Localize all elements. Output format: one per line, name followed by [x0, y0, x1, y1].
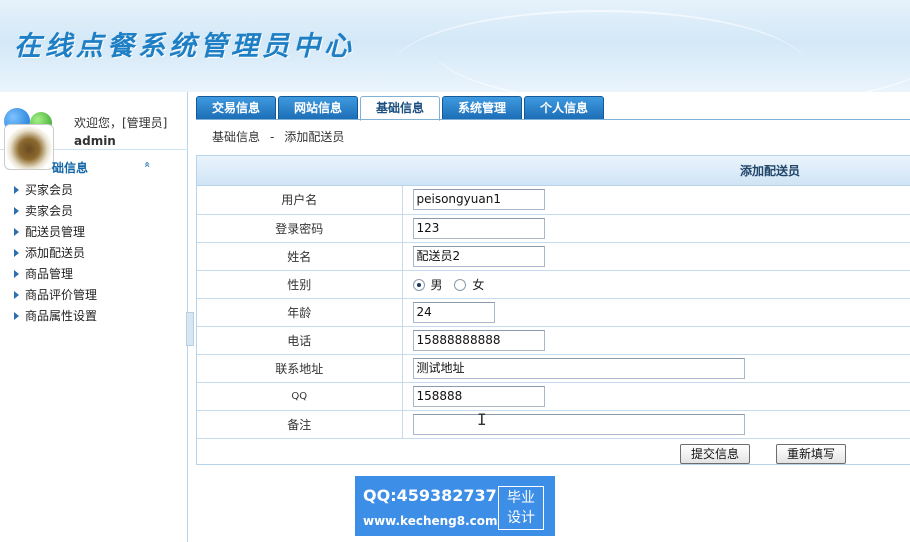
form-row-age: 年龄 24	[197, 298, 910, 327]
submit-button[interactable]: 提交信息	[679, 443, 750, 464]
breadcrumb-current: 添加配送员	[284, 130, 345, 144]
tab-divider	[196, 119, 910, 120]
sidebar-item-seller-members[interactable]: 卖家会员	[14, 201, 97, 222]
age-input[interactable]: 24	[412, 301, 495, 323]
tab-site-info[interactable]: 网站信息	[278, 96, 358, 120]
password-input[interactable]: 123	[412, 217, 545, 239]
form-row-gender: 性别 男 女	[197, 270, 910, 299]
breadcrumb: 基础信息 - 添加配送员	[212, 128, 354, 145]
tab-basic-info[interactable]: 基础信息	[360, 96, 440, 121]
sidebar-section-header[interactable]: 础信息 «	[0, 156, 180, 178]
phone-label: 电话	[197, 326, 403, 355]
bullet-arrow-icon	[14, 249, 19, 257]
breadcrumb-separator: -	[270, 130, 275, 144]
address-input[interactable]: 测试地址	[412, 357, 745, 379]
form-actions: 提交信息 重新填写	[197, 439, 910, 469]
watermark-site: www.kecheng8.com	[363, 514, 498, 528]
remark-input[interactable]	[412, 413, 745, 435]
name-label: 姓名	[197, 242, 403, 271]
sidebar-item-label: 商品属性设置	[25, 309, 98, 323]
bullet-arrow-icon	[14, 228, 19, 236]
app-header: 在线点餐系统管理员中心	[0, 0, 910, 92]
gender-female-label: 女	[472, 277, 485, 292]
form-row-remark: 备注	[197, 410, 910, 439]
password-label: 登录密码	[197, 214, 403, 243]
gender-label: 性别	[197, 270, 403, 299]
bullet-arrow-icon	[14, 207, 19, 215]
sidebar-item-label: 卖家会员	[25, 204, 74, 218]
welcome-text: 欢迎您，[管理员]	[74, 116, 168, 130]
username-text: admin	[74, 134, 116, 148]
qq-label: QQ	[197, 382, 403, 411]
sidebar-item-product-attributes[interactable]: 商品属性设置	[14, 306, 97, 327]
text-cursor-icon: I	[477, 410, 487, 429]
sidebar-item-label: 添加配送员	[25, 246, 86, 260]
watermark-badge-line1: 毕业	[507, 490, 535, 506]
form-row-phone: 电话 15888888888	[197, 326, 910, 355]
form-row-address: 联系地址 测试地址	[197, 354, 910, 383]
form-table: 用户名 peisongyuan1 登录密码 123 姓名 配送员2 性别 男 女…	[197, 186, 910, 439]
gender-female-radio[interactable]	[454, 278, 467, 291]
tab-trade-info[interactable]: 交易信息	[196, 96, 276, 120]
user-info: 欢迎您，[管理员] admin	[0, 98, 188, 170]
form-row-name: 姓名 配送员2	[197, 242, 910, 271]
form-row-password: 登录密码 123	[197, 214, 910, 243]
address-label: 联系地址	[197, 354, 403, 383]
form-title: 添加配送员	[197, 156, 910, 186]
gender-male-radio[interactable]	[412, 278, 425, 291]
watermark-badge-line2: 设计	[507, 510, 535, 526]
sidebar-item-label: 买家会员	[25, 183, 74, 197]
age-label: 年龄	[197, 298, 403, 327]
reset-button[interactable]: 重新填写	[775, 443, 846, 464]
sidebar-resize-handle[interactable]	[186, 312, 194, 346]
tab-system-management[interactable]: 系统管理	[442, 96, 522, 120]
sidebar-item-product-reviews[interactable]: 商品评价管理	[14, 285, 97, 306]
sidebar-menu: 买家会员 卖家会员 配送员管理 添加配送员 商品管理 商品评价管理 商品属性设置	[14, 180, 97, 327]
sidebar-item-courier-management[interactable]: 配送员管理	[14, 222, 97, 243]
bullet-arrow-icon	[14, 312, 19, 320]
sidebar-item-label: 商品评价管理	[25, 288, 98, 302]
sidebar-item-label: 配送员管理	[25, 225, 86, 239]
watermark-badge: 毕业 设计	[498, 486, 544, 530]
form-row-username: 用户名 peisongyuan1	[197, 186, 910, 215]
watermark-banner: QQ:459382737 www.kecheng8.com 毕业 设计	[355, 476, 555, 536]
form-row-qq: QQ 158888	[197, 382, 910, 411]
remark-label: 备注	[197, 410, 403, 439]
collapse-chevron-icon[interactable]: «	[141, 161, 154, 168]
phone-input[interactable]: 15888888888	[412, 329, 545, 351]
sidebar-item-buyer-members[interactable]: 买家会员	[14, 180, 97, 201]
bullet-arrow-icon	[14, 186, 19, 194]
tab-personal-info[interactable]: 个人信息	[524, 96, 604, 120]
sidebar-item-product-management[interactable]: 商品管理	[14, 264, 97, 285]
bullet-arrow-icon	[14, 270, 19, 278]
username-label: 用户名	[197, 186, 403, 215]
sidebar-item-label: 商品管理	[25, 267, 74, 281]
app-title: 在线点餐系统管理员中心	[14, 31, 355, 62]
add-courier-form: 添加配送员 用户名 peisongyuan1 登录密码 123 姓名 配送员2 …	[196, 155, 910, 465]
username-input[interactable]: peisongyuan1	[412, 189, 545, 211]
sidebar: 欢迎您，[管理员] admin 础信息 « 买家会员 卖家会员 配送员管理 添加…	[0, 92, 188, 542]
bullet-arrow-icon	[14, 291, 19, 299]
gender-male-label: 男	[430, 277, 443, 292]
watermark-qq: QQ:459382737	[363, 486, 497, 505]
breadcrumb-parent: 基础信息	[212, 130, 261, 144]
sidebar-item-add-courier[interactable]: 添加配送员	[14, 243, 97, 264]
name-input[interactable]: 配送员2	[412, 245, 545, 267]
qq-input[interactable]: 158888	[412, 385, 545, 407]
sidebar-section-label: 础信息	[52, 161, 89, 175]
